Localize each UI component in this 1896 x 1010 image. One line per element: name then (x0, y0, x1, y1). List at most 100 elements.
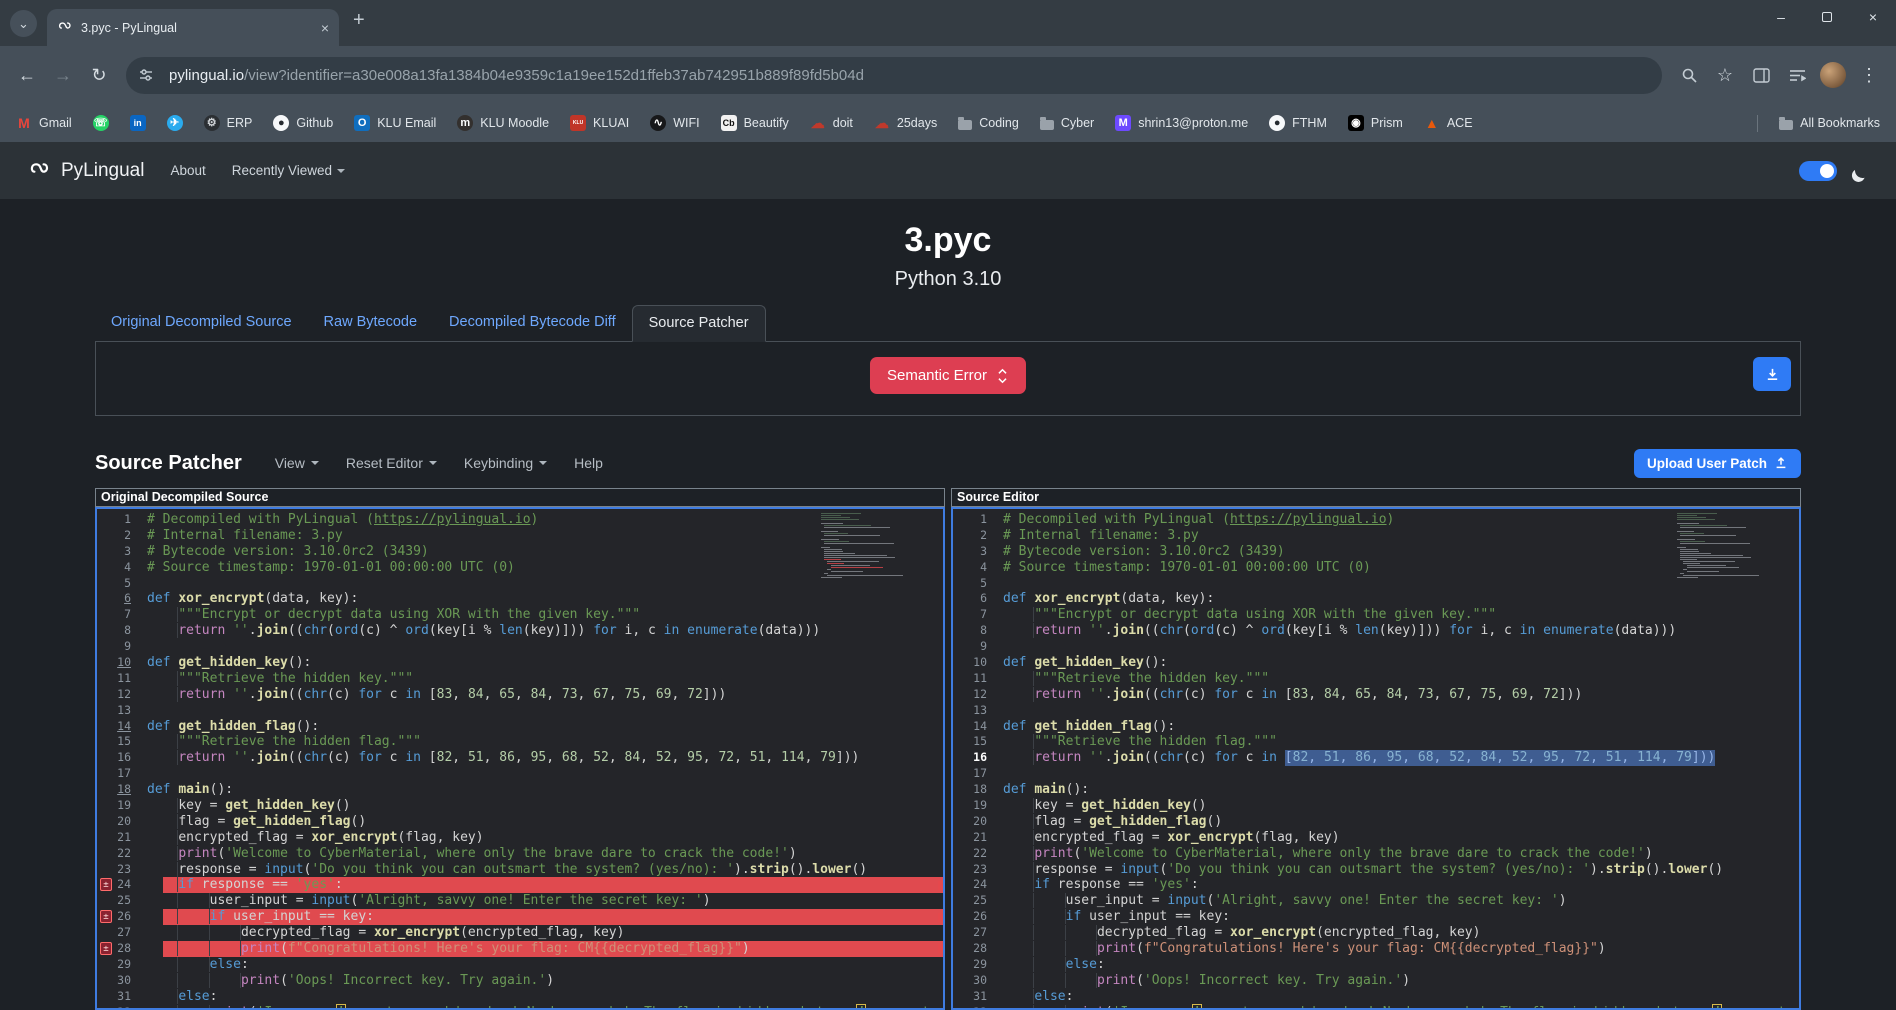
bookmark-telegram[interactable]: ✈ (167, 115, 183, 131)
code-line-26[interactable]: 26 if user_input == key: (953, 909, 1799, 925)
code-line-23[interactable]: 23 response = input('Do you think you ca… (953, 862, 1799, 878)
code-line-13[interactable]: 13 (97, 703, 943, 719)
menu-help[interactable]: Help (574, 455, 603, 471)
window-close-button[interactable]: × (1850, 0, 1896, 34)
code-line-6[interactable]: 6def xor_encrypt(data, key): (953, 591, 1799, 607)
bookmark-klu-moodle[interactable]: mKLU Moodle (457, 115, 549, 131)
code-line-19[interactable]: 19 key = get_hidden_key() (97, 798, 943, 814)
code-area[interactable]: 1# Decompiled with PyLingual (https://py… (97, 509, 943, 1010)
brand[interactable]: PyLingual (26, 157, 144, 185)
forward-button[interactable]: → (46, 58, 80, 92)
code-line-11[interactable]: 11 """Retrieve the hidden key.""" (97, 671, 943, 687)
tab-decompiled-bytecode-diff[interactable]: Decompiled Bytecode Diff (433, 305, 632, 342)
code-line-16[interactable]: 16 return ''.join((chr(c) for c in [82, … (953, 750, 1799, 766)
code-line-20[interactable]: 20 flag = get_hidden_flag() (953, 814, 1799, 830)
code-line-9[interactable]: 9 (97, 639, 943, 655)
code-line-25[interactable]: 25 user_input = input('Alright, savvy on… (97, 893, 943, 909)
bookmark-linkedin[interactable]: in (130, 115, 146, 131)
download-patch-button[interactable] (1753, 357, 1791, 391)
zoom-search-icon[interactable] (1672, 58, 1706, 92)
code-line-1[interactable]: 1# Decompiled with PyLingual (https://py… (97, 512, 943, 528)
nav-item-about[interactable]: About (170, 163, 205, 178)
code-line-22[interactable]: 22 print('Welcome to CyberMaterial, wher… (953, 846, 1799, 862)
code-line-27[interactable]: 27 decrypted_flag = xor_encrypt(encrypte… (953, 925, 1799, 941)
code-line-28[interactable]: 28 print(f"Congratulations! Here's your … (953, 941, 1799, 957)
error-marker-icon[interactable]: ± (100, 878, 112, 891)
bookmark-ace[interactable]: ▲ACE (1424, 115, 1473, 131)
code-line-29[interactable]: 29 else: (953, 957, 1799, 973)
code-line-31[interactable]: 31 else: (953, 989, 1799, 1005)
bookmark-cyber-folder[interactable]: Cyber (1040, 116, 1094, 130)
bookmark-fthm[interactable]: ●FTHM (1269, 115, 1327, 131)
menu-reset-editor[interactable]: Reset Editor (346, 455, 437, 471)
bookmark-star-icon[interactable]: ☆ (1708, 58, 1742, 92)
code-line-30[interactable]: 30 print('Oops! Incorrect key. Try again… (953, 973, 1799, 989)
bookmark-doit[interactable]: ☁doit (810, 115, 853, 131)
bookmark-proton[interactable]: Mshrin13@proton.me (1115, 115, 1248, 131)
minimap[interactable] (1677, 513, 1789, 579)
reload-button[interactable]: ↻ (82, 58, 116, 92)
code-line-13[interactable]: 13 (953, 703, 1799, 719)
code-line-32[interactable]: 32 print('I see you’re a true codebreake… (97, 1005, 943, 1010)
bookmark-kluai[interactable]: KLUKLUAI (570, 115, 629, 131)
code-line-20[interactable]: 20 flag = get_hidden_flag() (97, 814, 943, 830)
code-line-31[interactable]: 31 else: (97, 989, 943, 1005)
code-line-5[interactable]: 5 (953, 576, 1799, 592)
bookmark-beautify[interactable]: CbBeautify (721, 115, 789, 131)
semantic-error-button[interactable]: Semantic Error (870, 357, 1026, 394)
code-line-12[interactable]: 12 return ''.join((chr(c) for c in [83, … (97, 687, 943, 703)
upload-user-patch-button[interactable]: Upload User Patch (1634, 449, 1801, 478)
source-editor[interactable]: 1# Decompiled with PyLingual (https://py… (951, 507, 1801, 1010)
code-line-23[interactable]: 23 response = input('Do you think you ca… (97, 862, 943, 878)
profile-avatar[interactable] (1820, 62, 1846, 88)
bookmark-github[interactable]: ●Github (273, 115, 333, 131)
playlist-icon[interactable] (1780, 58, 1814, 92)
theme-toggle[interactable] (1799, 161, 1837, 181)
code-line-27[interactable]: 27 decrypted_flag = xor_encrypt(encrypte… (97, 925, 943, 941)
code-line-9[interactable]: 9 (953, 639, 1799, 655)
original-source-editor[interactable]: 1# Decompiled with PyLingual (https://py… (95, 507, 945, 1010)
window-maximize-button[interactable] (1804, 0, 1850, 34)
bookmark-wifi[interactable]: ∿WIFI (650, 115, 699, 131)
code-line-24[interactable]: ±24 if response == 'yes': (97, 877, 943, 893)
error-marker-icon[interactable]: ± (100, 942, 112, 955)
window-minimize-button[interactable]: – (1758, 0, 1804, 34)
code-line-3[interactable]: 3# Bytecode version: 3.10.0rc2 (3439) (97, 544, 943, 560)
minimap[interactable] (821, 513, 933, 579)
code-line-32[interactable]: 32 print('I see you’re a true codebreake… (953, 1005, 1799, 1010)
browser-menu-icon[interactable]: ⋮ (1852, 58, 1886, 92)
new-tab-button[interactable]: + (353, 9, 365, 32)
code-line-10[interactable]: 10def get_hidden_key(): (953, 655, 1799, 671)
menu-view[interactable]: View (275, 455, 319, 471)
code-line-26[interactable]: ±26 if user_input == key: (97, 909, 943, 925)
code-line-24[interactable]: 24 if response == 'yes': (953, 877, 1799, 893)
code-line-7[interactable]: 7 """Encrypt or decrypt data using XOR w… (97, 607, 943, 623)
code-line-22[interactable]: 22 print('Welcome to CyberMaterial, wher… (97, 846, 943, 862)
tab-source-patcher[interactable]: Source Patcher (632, 305, 766, 342)
code-line-2[interactable]: 2# Internal filename: 3.py (97, 528, 943, 544)
code-line-10[interactable]: 10def get_hidden_key(): (97, 655, 943, 671)
tab-search-button[interactable]: ⌄ (10, 10, 37, 37)
code-line-29[interactable]: 29 else: (97, 957, 943, 973)
nav-item-recently-viewed[interactable]: Recently Viewed (232, 163, 345, 178)
code-line-14[interactable]: 14def get_hidden_flag(): (953, 719, 1799, 735)
code-line-21[interactable]: 21 encrypted_flag = xor_encrypt(flag, ke… (953, 830, 1799, 846)
bookmark-coding-folder[interactable]: Coding (958, 116, 1019, 130)
menu-keybinding[interactable]: Keybinding (464, 455, 547, 471)
bookmark-whatsapp[interactable]: ☏ (93, 115, 109, 131)
code-line-12[interactable]: 12 return ''.join((chr(c) for c in [83, … (953, 687, 1799, 703)
code-line-16[interactable]: 16 return ''.join((chr(c) for c in [82, … (97, 750, 943, 766)
code-line-8[interactable]: 8 return ''.join((chr(ord(c) ^ ord(key[i… (97, 623, 943, 639)
code-line-4[interactable]: 4# Source timestamp: 1970-01-01 00:00:00… (953, 560, 1799, 576)
tab-raw-bytecode[interactable]: Raw Bytecode (308, 305, 434, 342)
code-line-15[interactable]: 15 """Retrieve the hidden flag.""" (953, 734, 1799, 750)
bookmark-gmail[interactable]: MGmail (16, 115, 72, 131)
code-line-5[interactable]: 5 (97, 576, 943, 592)
tab-original-decompiled-source[interactable]: Original Decompiled Source (95, 305, 308, 342)
code-line-1[interactable]: 1# Decompiled with PyLingual (https://py… (953, 512, 1799, 528)
code-line-18[interactable]: 18def main(): (97, 782, 943, 798)
code-line-2[interactable]: 2# Internal filename: 3.py (953, 528, 1799, 544)
code-line-3[interactable]: 3# Bytecode version: 3.10.0rc2 (3439) (953, 544, 1799, 560)
code-line-15[interactable]: 15 """Retrieve the hidden flag.""" (97, 734, 943, 750)
code-line-7[interactable]: 7 """Encrypt or decrypt data using XOR w… (953, 607, 1799, 623)
